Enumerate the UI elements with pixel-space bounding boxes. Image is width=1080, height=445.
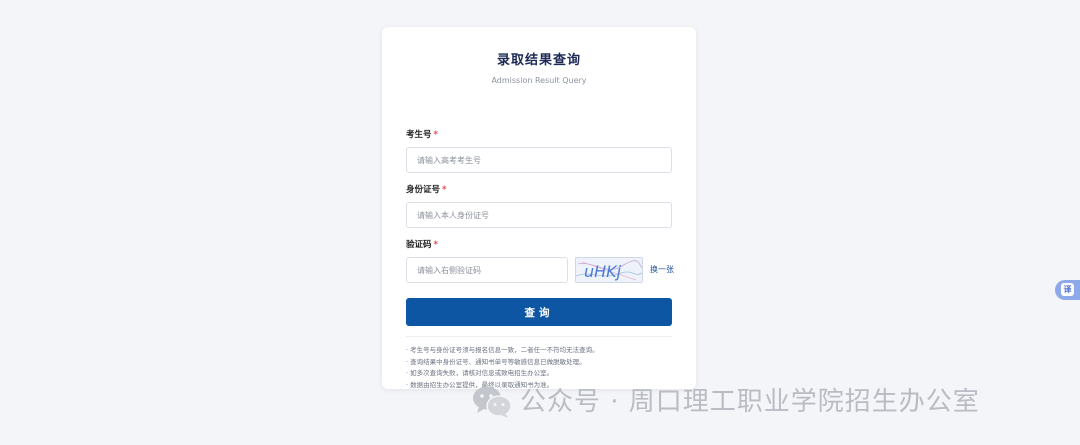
required-mark: * (433, 130, 438, 140)
divider (406, 336, 672, 337)
required-mark: * (433, 240, 438, 250)
page-subtitle: Admission Result Query (491, 76, 587, 85)
required-mark: * (442, 185, 447, 195)
query-button[interactable]: 查询 (406, 298, 672, 326)
captcha-image-icon: uHKj (576, 258, 642, 282)
captcha-label-text: 验证码 (406, 240, 432, 250)
wechat-icon (473, 386, 512, 418)
watermark-text: 公众号 · 周口理工职业学院招生办公室 (520, 387, 980, 417)
refresh-captcha-link[interactable]: 换一张 (650, 264, 674, 276)
page-title: 录取结果查询 (496, 53, 581, 68)
translate-icon: 译 (1061, 283, 1074, 296)
candidate-number-input[interactable] (406, 147, 672, 173)
captcha-label: 验证码 * (406, 239, 438, 251)
watermark: 公众号 · 周口理工职业学院招生办公室 (472, 384, 980, 420)
captcha-input[interactable] (406, 257, 568, 283)
captcha-code: uHKj (584, 262, 622, 281)
candidate-number-label-text: 考生号 (406, 130, 432, 140)
note-item: · 考生号与身份证号须与报名信息一致，二者任一不符均无法查询。 (406, 346, 599, 354)
note-item: · 查询结果中身份证号、通知书单号等敏感信息已做脱敏处理。 (406, 357, 586, 366)
captcha-image[interactable]: uHKj (575, 257, 643, 283)
note-item: · 如多次查询失败，请核对信息或致电招生办公室。 (406, 369, 554, 377)
query-card: 录取结果查询 Admission Result Query 考生号* 身份证号*… (382, 27, 696, 389)
candidate-number-label: 考生号 * (406, 129, 438, 141)
id-number-label-text: 身份证号 (406, 185, 441, 195)
translate-button[interactable]: 译 (1055, 280, 1080, 300)
id-number-label: 身份证号 * (406, 184, 446, 196)
id-number-input[interactable] (406, 202, 672, 228)
